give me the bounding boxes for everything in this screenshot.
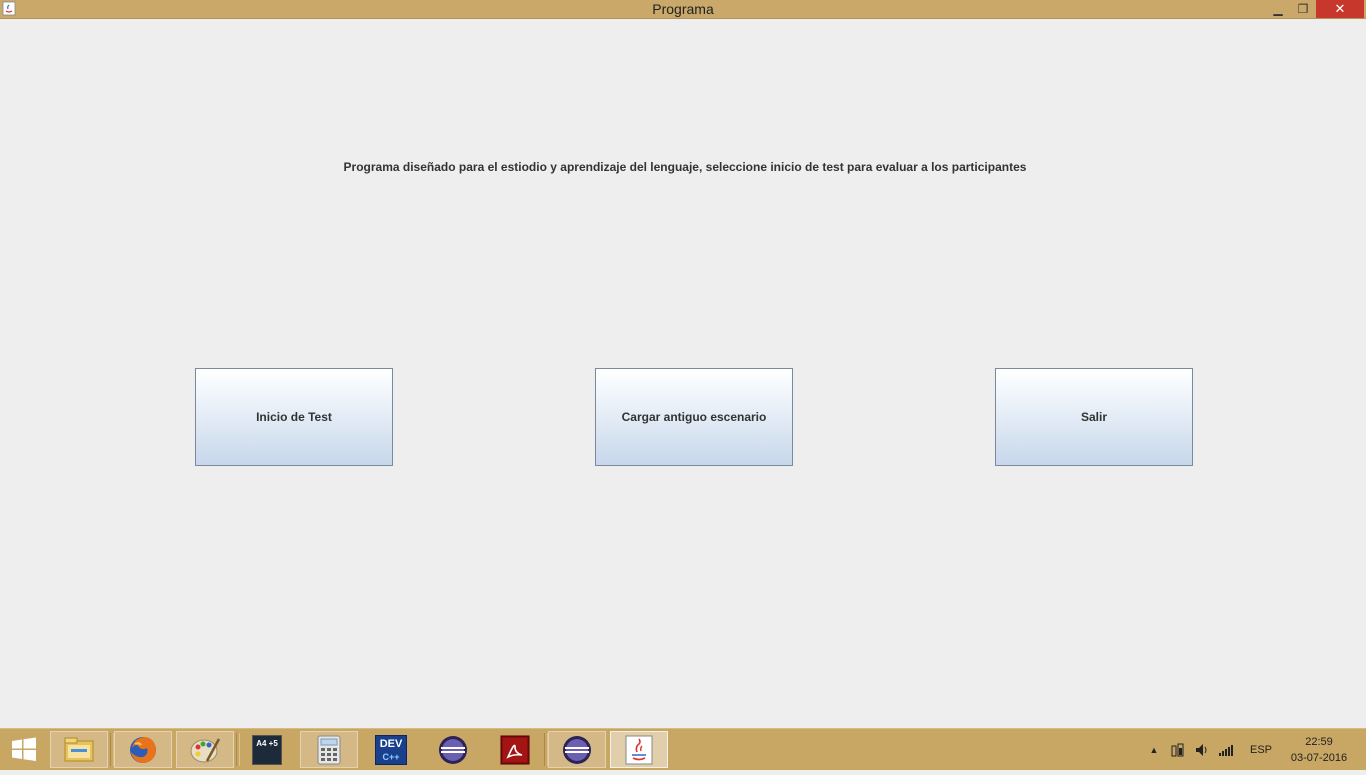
paint-icon [190,737,221,762]
network-signal-icon[interactable] [1218,742,1234,758]
restore-button[interactable]: ❐ [1291,0,1315,18]
taskbar-java-app[interactable] [610,731,668,768]
eclipse-icon [439,735,467,764]
minimize-button[interactable]: ▁ [1266,0,1290,18]
show-hidden-icons-icon[interactable]: ▲ [1148,745,1160,755]
volume-icon[interactable] [1194,742,1210,758]
load-old-scenario-button[interactable]: Cargar antiguo escenario [595,368,793,466]
taskbar-firefox[interactable] [114,731,172,768]
taskbar-eclipse-running[interactable] [548,731,606,768]
eclipse-icon [563,735,591,764]
start-test-button[interactable]: Inicio de Test [195,368,393,466]
clock-date: 03-07-2016 [1290,752,1348,764]
taskbar: A4 +5 DEV C++ ▲ ESP 22:59 03-07-2016 [0,728,1366,770]
taskbar-eclipse[interactable] [424,731,482,768]
dev-cpp-icon: DEV C++ [375,734,407,765]
acrobat-icon [500,735,530,764]
dev-cpp-text: DEV [379,737,403,750]
font-size-app-icon: A4 +5 [252,734,282,765]
taskbar-acrobat[interactable] [486,731,544,768]
close-button[interactable]: ✕ [1316,0,1364,18]
system-tray: ▲ ESP [1148,729,1272,770]
clock-time: 22:59 [1305,736,1333,748]
battery-icon[interactable] [1170,742,1186,758]
java-icon [625,735,653,764]
windows-logo-icon [12,737,36,761]
taskbar-file-explorer[interactable] [50,731,108,768]
taskbar-dev-cpp[interactable]: DEV C++ [362,731,420,768]
description-label: Programa diseñado para el estiodio y apr… [343,160,1027,174]
window-title: Programa [652,1,714,17]
exit-button[interactable]: Salir [995,368,1193,466]
taskbar-font-size-app[interactable]: A4 +5 [238,731,296,768]
calculator-icon [317,735,341,764]
taskbar-paint[interactable] [176,731,234,768]
firefox-icon [130,736,156,763]
start-button[interactable] [0,729,48,770]
title-bar[interactable]: Programa ▁ ❐ ✕ [0,0,1366,19]
clock[interactable]: 22:59 03-07-2016 [1282,734,1356,766]
application-window: Programa ▁ ❐ ✕ Programa diseñado para el… [0,0,1366,728]
input-language[interactable]: ESP [1250,744,1272,756]
file-explorer-icon [64,737,94,761]
font-size-app-text: A4 +5 [256,738,278,748]
taskbar-calculator[interactable] [300,731,358,768]
